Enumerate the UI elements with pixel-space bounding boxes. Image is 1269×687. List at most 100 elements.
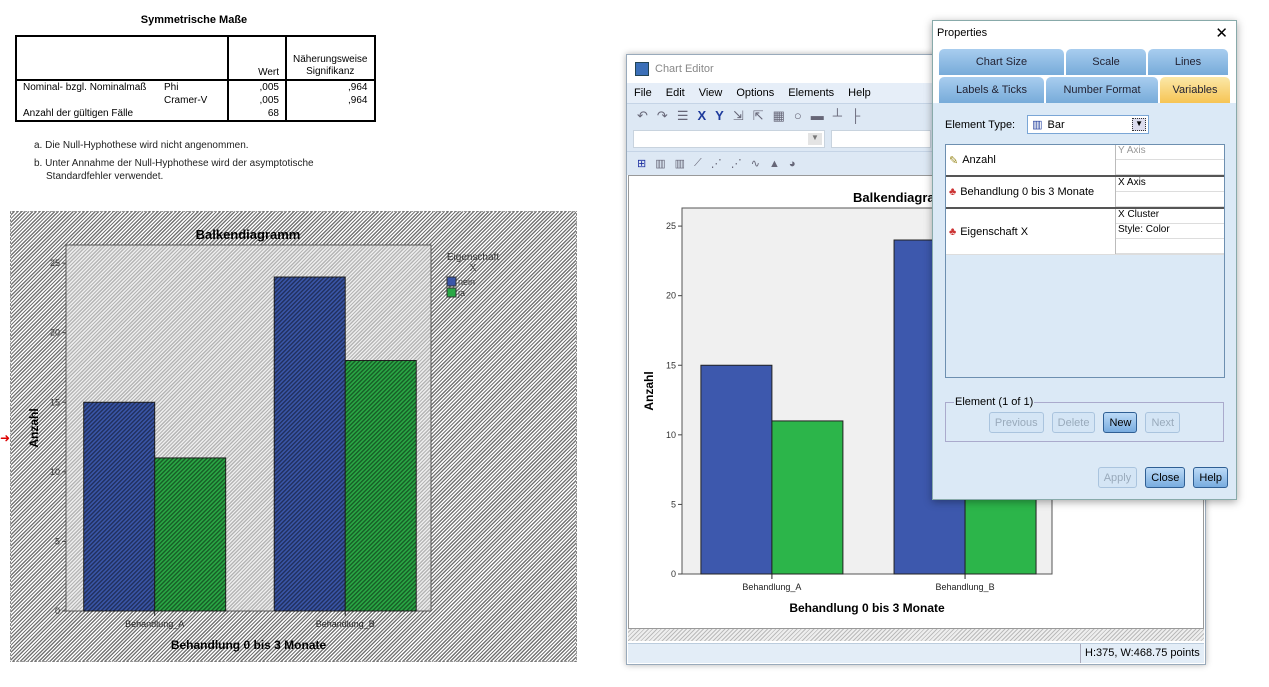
- y-tick-label: 20: [50, 328, 60, 338]
- x-tick-label: Behandlung_B: [316, 619, 375, 629]
- header-sig: Näherungsweise Signifikanz: [293, 54, 368, 77]
- status-bar: H:375, W:468.75 points: [628, 643, 1204, 663]
- group-label: Nominal- bzgl. Nominalmaß: [23, 82, 147, 93]
- close-button[interactable]: Close: [1145, 467, 1186, 488]
- output-chart[interactable]: Balkendiagramm 0 5 10 15 20 25 Behandlung_A Beha…: [10, 211, 577, 662]
- bar-hatch: [154, 457, 226, 611]
- variable-role[interactable]: [1116, 192, 1224, 207]
- apply-button[interactable]: Apply: [1097, 467, 1138, 488]
- size-combo[interactable]: [831, 130, 931, 148]
- interpolation-icon[interactable]: ∿: [751, 157, 760, 170]
- element-type-label: Element Type:: [945, 118, 1016, 131]
- bar-chart-icon: ▥: [1032, 119, 1043, 131]
- y-axis-icon[interactable]: Y: [715, 108, 724, 123]
- tab-labels-ticks[interactable]: Labels & Ticks: [939, 77, 1044, 103]
- menu-help[interactable]: Help: [848, 87, 871, 99]
- variable-row[interactable]: ♣ Eigenschaft X X Cluster Style: Color: [946, 209, 1224, 255]
- y-tick-label: 15: [50, 397, 60, 407]
- footnote-b: b. Unter Annahme der Null-Hyphothese wir…: [34, 158, 314, 169]
- variable-row[interactable]: ♣ Behandlung 0 bis 3 Monate X Axis: [946, 177, 1224, 209]
- lasso-icon[interactable]: ○: [794, 108, 802, 123]
- row-sig: ,964: [348, 82, 368, 93]
- y-tick-label: 0: [671, 569, 676, 579]
- next-button[interactable]: Next: [1145, 412, 1181, 433]
- nominal-variable-icon: ♣: [949, 225, 957, 238]
- axis-line-icon[interactable]: ┴: [833, 108, 842, 123]
- variable-name: Eigenschaft X: [960, 225, 1029, 238]
- properties-dialog: Properties ✕ Chart Size Scale Lines Labe…: [932, 20, 1237, 500]
- element-type-select[interactable]: ▥ Bar ▼: [1027, 115, 1150, 134]
- chart-title: Balkendiagramm: [196, 227, 301, 242]
- legend-label-nein: nein: [458, 277, 475, 287]
- y-axis-title: Anzahl: [642, 371, 656, 410]
- scatter-icon[interactable]: ⋰: [711, 157, 722, 170]
- properties-icon[interactable]: ☰: [677, 108, 689, 124]
- tab-scale[interactable]: Scale: [1066, 49, 1146, 75]
- clustered-bar-icon[interactable]: ▥: [675, 157, 685, 170]
- bar-behandlung_a-series-0: [700, 364, 773, 575]
- help-button[interactable]: Help: [1193, 467, 1228, 488]
- nominal-variable-icon: ♣: [949, 186, 957, 198]
- row-sig: ,964: [348, 95, 368, 106]
- menu-options[interactable]: Options: [736, 87, 774, 99]
- close-icon[interactable]: ✕: [1215, 24, 1228, 42]
- rescale-icon[interactable]: ⇲: [733, 108, 744, 124]
- bar-chart-icon[interactable]: ▥: [655, 157, 665, 170]
- n-label: Anzahl der gültigen Fälle: [16, 107, 229, 121]
- x-axis-icon[interactable]: X: [697, 108, 706, 123]
- element-group-label: Element (1 of 1): [955, 396, 1034, 408]
- resize-icon[interactable]: ⇱: [753, 108, 764, 124]
- variable-role[interactable]: Style: Color: [1116, 224, 1224, 239]
- legend-title: Eigenschaft: [447, 252, 499, 263]
- tab-variables[interactable]: Variables: [1160, 77, 1230, 103]
- bar-behandlung_a-series-1: [771, 420, 844, 575]
- legend-swatch-nein: [446, 276, 457, 287]
- variable-name: Anzahl: [962, 154, 996, 166]
- selection-arrow-icon: ➜: [0, 431, 11, 445]
- bar-hatch: [83, 402, 155, 611]
- new-button[interactable]: New: [1103, 412, 1138, 433]
- variables-panel: Element Type: ▥ Bar ▼ ✎ Anzahl Y Axis ♣ Be…: [933, 105, 1236, 452]
- y-tick-label: 20: [666, 291, 676, 301]
- histogram-icon[interactable]: ▲: [769, 158, 780, 170]
- properties-tabs: Chart Size Scale Lines Labels & Ticks Nu…: [933, 45, 1236, 103]
- footnote-a: a. Die Null-Hyphothese wird nicht angeno…: [34, 140, 249, 151]
- menu-edit[interactable]: Edit: [666, 87, 685, 99]
- pie-icon[interactable]: ◕: [789, 158, 796, 170]
- tab-lines[interactable]: Lines: [1148, 49, 1228, 75]
- fit-line-icon[interactable]: ⋰: [731, 157, 742, 170]
- bar-hatch: [274, 277, 346, 611]
- footnote-b-cont: Standardfehler verwendet.: [46, 171, 164, 182]
- delete-button[interactable]: Delete: [1051, 412, 1096, 433]
- menu-file[interactable]: File: [634, 87, 652, 99]
- tab-chart-size[interactable]: Chart Size: [939, 49, 1064, 75]
- element-group: Element (1 of 1) Previous Delete New Nex…: [945, 396, 1224, 442]
- annotation-icon[interactable]: ▬: [811, 108, 824, 123]
- properties-titlebar: Properties ✕: [933, 21, 1236, 45]
- line-chart-icon[interactable]: ⟋: [694, 157, 702, 170]
- row-label: Phi: [158, 80, 229, 94]
- variable-role[interactable]: X Axis: [1116, 177, 1224, 192]
- chevron-down-icon: ▼: [1132, 118, 1147, 131]
- menu-elements[interactable]: Elements: [788, 87, 834, 99]
- redo-icon[interactable]: ↷: [657, 108, 668, 124]
- variable-role[interactable]: Y Axis: [1116, 145, 1224, 160]
- y-tick-label: 15: [666, 360, 676, 370]
- previous-button[interactable]: Previous: [988, 412, 1044, 433]
- x-axis-title: Behandlung 0 bis 3 Monate: [171, 638, 327, 652]
- variable-row[interactable]: ✎ Anzahl Y Axis: [946, 145, 1224, 177]
- symmetric-measures-table: Wert Näherungsweise Signifikanz Nominal-…: [15, 35, 376, 122]
- axis-line-2-icon[interactable]: ├: [851, 108, 860, 123]
- y-axis-title: Anzahl: [27, 408, 41, 447]
- variable-role[interactable]: X Cluster: [1116, 209, 1224, 224]
- font-combo[interactable]: ▼: [633, 130, 825, 148]
- variable-role[interactable]: [1116, 239, 1224, 254]
- y-tick-label: 5: [671, 499, 676, 509]
- menu-view[interactable]: View: [699, 87, 723, 99]
- frame-icon[interactable]: ▦: [773, 108, 785, 124]
- crosshair-icon[interactable]: ⊞: [637, 157, 646, 170]
- undo-icon[interactable]: ↶: [637, 108, 648, 124]
- row-value: ,005: [228, 80, 287, 94]
- tab-number-format[interactable]: Number Format: [1046, 77, 1158, 103]
- variable-role[interactable]: [1116, 160, 1224, 175]
